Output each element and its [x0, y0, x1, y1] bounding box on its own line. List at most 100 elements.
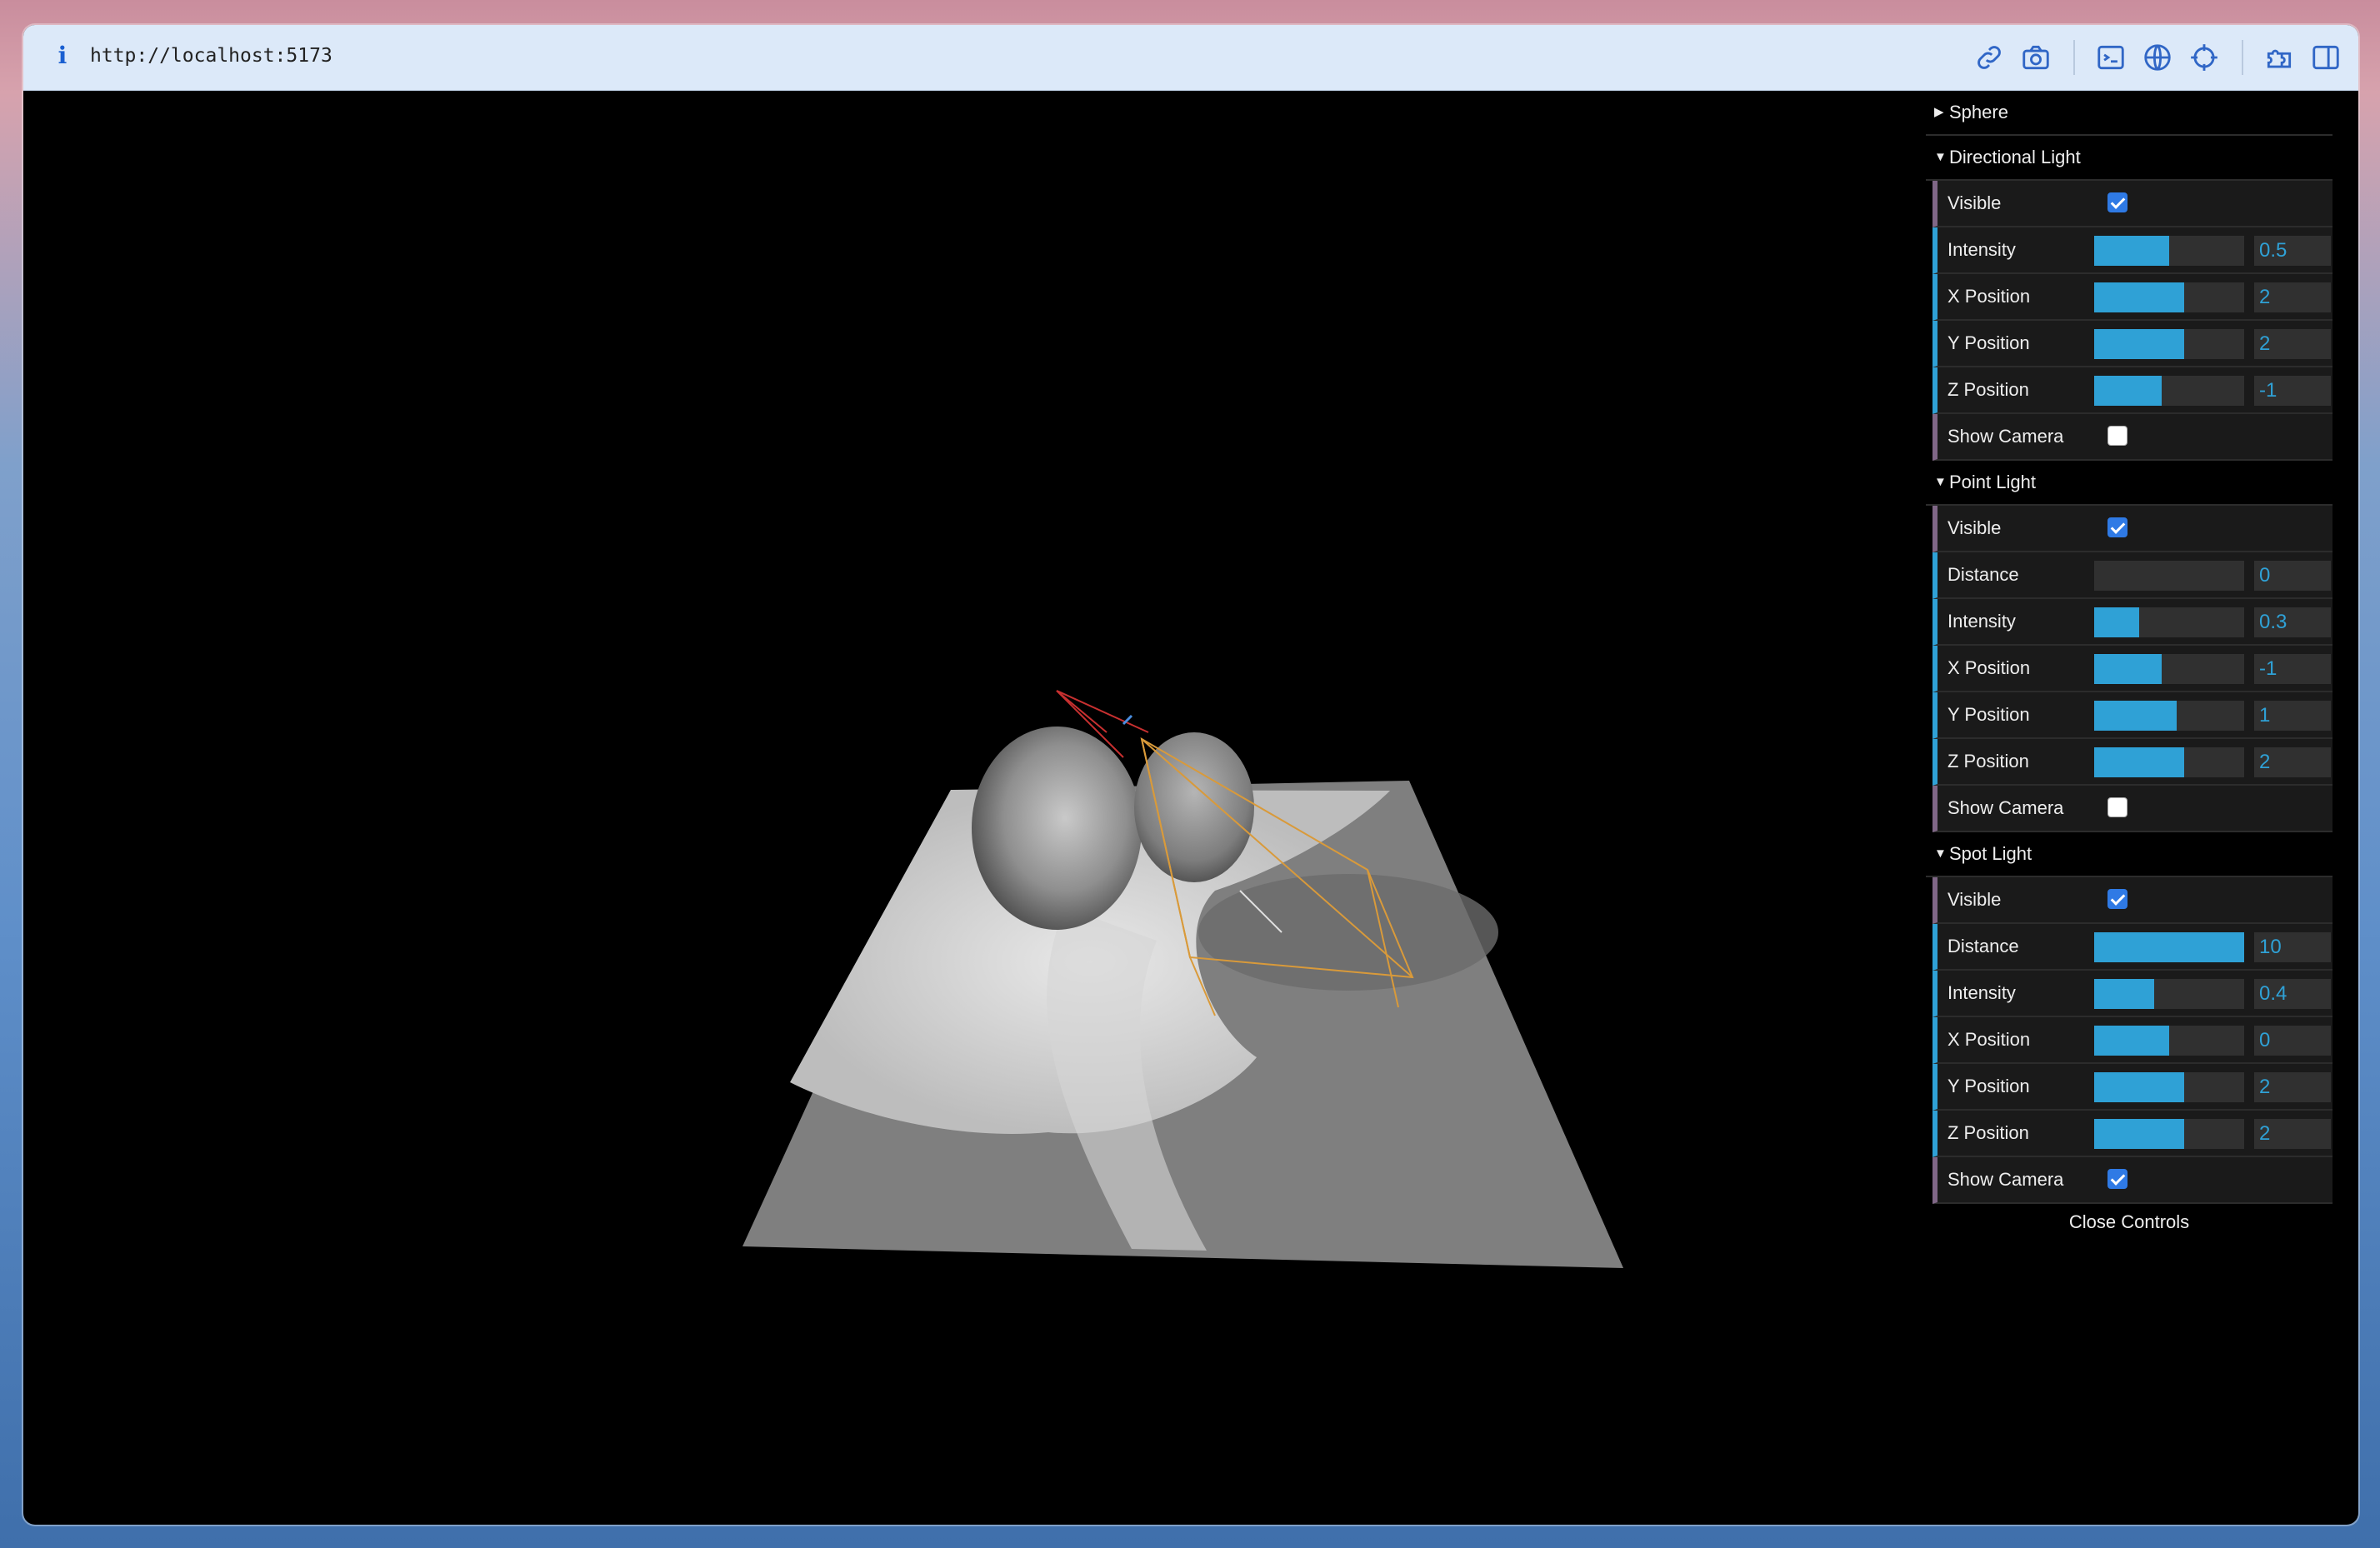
control-label: Y Position — [1948, 332, 2030, 353]
control-y-position: Y Position 2 — [1932, 321, 2332, 367]
control-label: Show Camera — [1948, 797, 2064, 818]
distance-value-input[interactable]: 0 — [2254, 561, 2331, 591]
control-label: Show Camera — [1948, 426, 2064, 447]
intensity-value-input[interactable]: 0.4 — [2254, 979, 2331, 1009]
y-position-value-input[interactable]: 2 — [2254, 329, 2331, 359]
folder-title-label: Sphere — [1949, 102, 2008, 122]
control-visible: Visible — [1932, 181, 2332, 227]
show-camera-checkbox[interactable] — [2108, 426, 2128, 446]
globe-icon[interactable] — [2142, 42, 2173, 73]
slider-fill — [2094, 979, 2154, 1009]
control-intensity: Intensity 0.5 — [1932, 227, 2332, 274]
control-x-position: X Position -1 — [1932, 646, 2332, 692]
control-z-position: Z Position -1 — [1932, 367, 2332, 414]
controls-panel: ▶ Sphere ▼ Directional Light Visible Intensit… — [1926, 91, 2332, 1241]
slider-fill — [2094, 701, 2177, 731]
control-label: Y Position — [1948, 1076, 2030, 1096]
crosshair-icon[interactable] — [2188, 42, 2220, 73]
camera-icon[interactable] — [2020, 42, 2052, 73]
z-position-value-input[interactable]: -1 — [2254, 376, 2331, 406]
y-position-slider[interactable] — [2094, 1072, 2244, 1102]
caret-down-icon: ▼ — [1934, 150, 1947, 164]
intensity-slider[interactable] — [2094, 236, 2244, 266]
control-visible: Visible — [1932, 877, 2332, 924]
folder-point-light[interactable]: ▼ Point Light — [1926, 461, 2332, 506]
x-position-slider[interactable] — [2094, 1026, 2244, 1056]
x-position-value-input[interactable]: 0 — [2254, 1026, 2331, 1056]
control-z-position: Z Position 2 — [1932, 739, 2332, 786]
slider-fill — [2094, 1072, 2184, 1102]
control-label: Z Position — [1948, 751, 2029, 772]
visible-checkbox[interactable] — [2108, 889, 2128, 909]
distance-slider[interactable] — [2094, 932, 2244, 962]
x-position-slider[interactable] — [2094, 282, 2244, 312]
distance-value-input[interactable]: 10 — [2254, 932, 2331, 962]
y-position-value-input[interactable]: 2 — [2254, 1072, 2331, 1102]
control-label: Distance — [1948, 936, 2019, 956]
control-show-camera: Show Camera — [1932, 414, 2332, 461]
z-position-slider[interactable] — [2094, 747, 2244, 777]
control-distance: Distance 10 — [1932, 924, 2332, 971]
y-position-value-input[interactable]: 1 — [2254, 701, 2331, 731]
control-label: Z Position — [1948, 1122, 2029, 1143]
slider-fill — [2094, 282, 2184, 312]
info-icon[interactable]: i — [48, 42, 77, 70]
intensity-slider[interactable] — [2094, 607, 2244, 637]
folder-spot-light[interactable]: ▼ Spot Light — [1926, 832, 2332, 877]
terminal-icon[interactable] — [2095, 42, 2127, 73]
slider-fill — [2094, 932, 2244, 962]
x-position-value-input[interactable]: 2 — [2254, 282, 2331, 312]
control-label: Distance — [1948, 564, 2019, 585]
control-label: Intensity — [1948, 611, 2016, 632]
control-intensity: Intensity 0.4 — [1932, 971, 2332, 1017]
z-position-value-input[interactable]: 2 — [2254, 1119, 2331, 1149]
slider-fill — [2094, 654, 2162, 684]
browser-toolbar: i http://localhost:5173 — [23, 25, 2358, 91]
intensity-slider[interactable] — [2094, 979, 2244, 1009]
x-position-value-input[interactable]: -1 — [2254, 654, 2331, 684]
control-show-camera: Show Camera — [1932, 786, 2332, 832]
slider-fill — [2094, 1026, 2169, 1056]
y-position-slider[interactable] — [2094, 701, 2244, 731]
control-label: Show Camera — [1948, 1169, 2064, 1190]
control-label: Visible — [1948, 889, 2002, 910]
control-z-position: Z Position 2 — [1932, 1111, 2332, 1157]
distance-slider[interactable] — [2094, 561, 2244, 591]
control-distance: Distance 0 — [1932, 552, 2332, 599]
slider-fill — [2094, 607, 2139, 637]
control-label: Y Position — [1948, 704, 2030, 725]
sidebar-icon[interactable] — [2310, 42, 2342, 73]
sphere-small — [1134, 732, 1254, 882]
visible-checkbox[interactable] — [2108, 517, 2128, 537]
y-position-slider[interactable] — [2094, 329, 2244, 359]
intensity-value-input[interactable]: 0.3 — [2254, 607, 2331, 637]
visible-checkbox[interactable] — [2108, 192, 2128, 212]
slider-fill — [2094, 1119, 2184, 1149]
control-label: X Position — [1948, 1029, 2031, 1050]
folder-directional-light[interactable]: ▼ Directional Light — [1926, 136, 2332, 181]
control-label: Visible — [1948, 192, 2002, 213]
close-controls-button[interactable]: Close Controls — [1926, 1204, 2332, 1241]
caret-right-icon: ▶ — [1934, 105, 1944, 119]
extension-icon[interactable] — [2263, 42, 2295, 73]
sphere-large — [972, 727, 1142, 930]
z-position-slider[interactable] — [2094, 1119, 2244, 1149]
intensity-value-input[interactable]: 0.5 — [2254, 236, 2331, 266]
z-position-value-input[interactable]: 2 — [2254, 747, 2331, 777]
caret-down-icon: ▼ — [1934, 846, 1947, 861]
control-label: X Position — [1948, 657, 2031, 678]
link-icon[interactable] — [1973, 42, 2005, 73]
control-show-camera: Show Camera — [1932, 1157, 2332, 1204]
show-camera-checkbox[interactable] — [2108, 1169, 2128, 1189]
show-camera-checkbox[interactable] — [2108, 797, 2128, 817]
url-field[interactable]: http://localhost:5173 — [90, 45, 332, 67]
z-position-slider[interactable] — [2094, 376, 2244, 406]
toolbar-separator — [2242, 40, 2243, 75]
slider-fill — [2094, 236, 2169, 266]
folder-title-label: Point Light — [1949, 472, 2036, 492]
caret-down-icon: ▼ — [1934, 475, 1947, 489]
x-position-slider[interactable] — [2094, 654, 2244, 684]
control-label: Intensity — [1948, 982, 2016, 1003]
folder-sphere[interactable]: ▶ Sphere — [1926, 91, 2332, 136]
folder-title-label: Spot Light — [1949, 843, 2032, 864]
